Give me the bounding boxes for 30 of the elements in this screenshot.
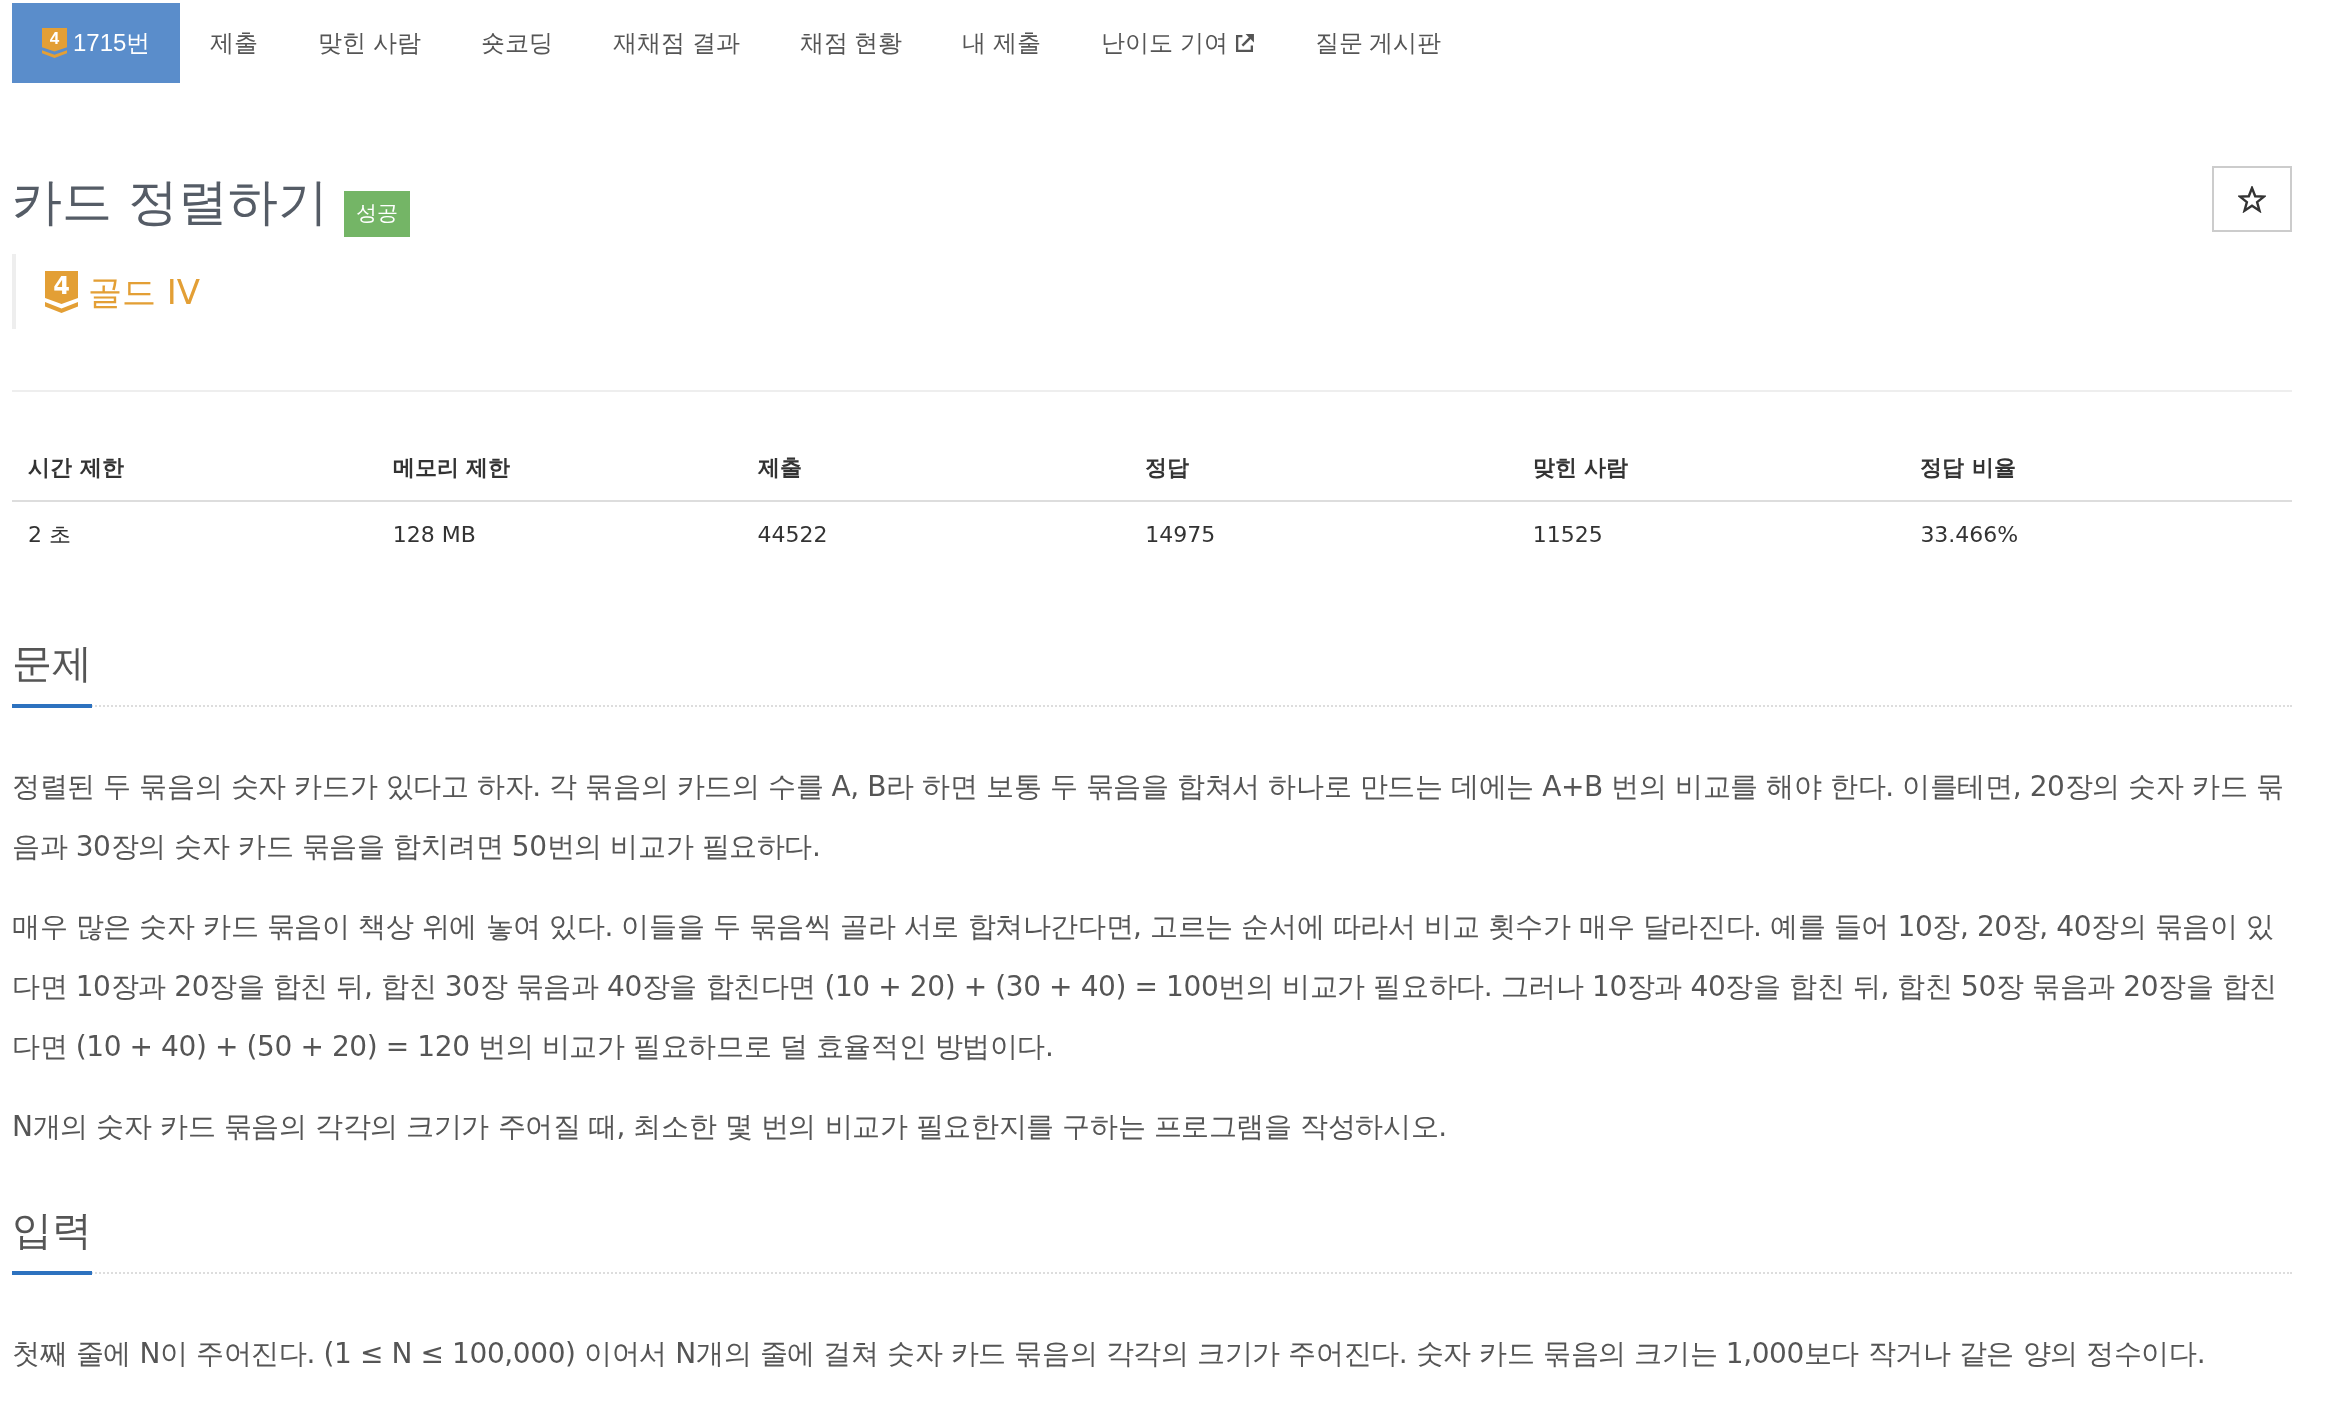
paragraph: N개의 숫자 카드 묶음의 각각의 크기가 주어질 때, 최소한 몇 번의 비교가 필요한지를 구하는 프로그램을 작성하시오.	[12, 1109, 1448, 1145]
nav-tab[interactable]: 질문 게시판	[1284, 3, 1472, 83]
favorite-button[interactable]	[2212, 166, 2292, 232]
nav-tab[interactable]: 맞힌 사람	[288, 3, 452, 83]
table-cell: 14975	[1129, 501, 1517, 567]
table-cell: 2 초	[12, 501, 377, 567]
nav-tab[interactable]: 제출	[180, 3, 289, 83]
section-heading: 입력	[12, 1206, 92, 1275]
nav-tab[interactable]: 숏코딩	[451, 3, 584, 83]
column-header: 메모리 제한	[376, 435, 742, 501]
nav-tab[interactable]: 재채점 결과	[583, 3, 770, 83]
column-header: 정답 비율	[1904, 435, 2292, 501]
column-header: 맞힌 사람	[1516, 435, 1905, 501]
section-heading: 문제	[12, 639, 92, 708]
column-header: 시간 제한	[12, 435, 377, 501]
tier-name: 골드 IV	[88, 270, 201, 313]
problem-title: 카드 정렬하기	[12, 171, 328, 233]
paragraph: 첫째 줄에 N이 주어진다. (1 ≤ N ≤ 100,000) 이어서 N개의 줄에 걸쳐 숫자 카드 묶음의 각각의 크기가 주어진다. 숫자 카드 묶음의 크기는 1,000보다 작거나 같은 양의 정수이다.	[12, 1336, 2207, 1372]
table-cell: 44522	[741, 501, 1130, 567]
table-cell: 11525	[1516, 501, 1905, 567]
column-header: 제출	[741, 435, 1130, 501]
paragraph: 매우 많은 숫자 카드 묶음이 책상 위에 놓여 있다. 이들을 두 묶음씩 골라 서로 합쳐나간다면, 고르는 순서에 따라서 비교 횟수가 매우 달라진다. 예를 들어 10장, 20장, 40장의 묶음이 있다면 10장과 20장을 합친 뒤, 합친 30장 묶음과 40장을 합친다면 (10 + 20) + (30 + 40) = 100번의 비교가 필요하다. 그러나 10장과 40장을 합친 뒤, 합친 50장 묶음과 20장을 합친다면 (10 + 40) + (50 + 20) = 120 번의 비교가 필요하므로 덜 효율적인 방법이다.	[12, 909, 2279, 1065]
nav-tab[interactable]: 내 제출	[932, 3, 1072, 83]
nav-tab[interactable]: 난이도 기여	[1071, 3, 1285, 83]
paragraph: 정렬된 두 묶음의 숫자 카드가 있다고 하자. 각 묶음의 카드의 수를 A, B라 하면 보통 두 묶음을 합쳐서 하나로 만드는 데에는 A+B 번의 비교를 해야 한다. 이를테면, 20장의 숫자 카드 묶음과 30장의 숫자 카드 묶음을 합치려면 50번의 비교가 필요하다.	[12, 769, 2285, 865]
table-cell: 128 MB	[376, 501, 742, 567]
nav-tab[interactable]: 채점 현황	[769, 3, 933, 83]
result-label: 성공	[343, 191, 410, 237]
table-cell: 33.466%	[1904, 501, 2292, 567]
column-header: 정답	[1129, 435, 1517, 501]
